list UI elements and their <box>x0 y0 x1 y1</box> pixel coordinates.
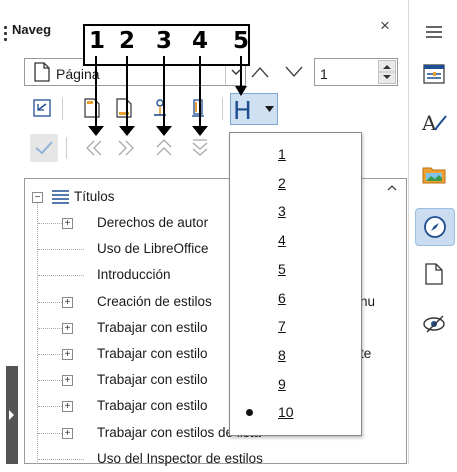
tree-guide-line <box>38 354 62 355</box>
callout-line <box>126 56 128 132</box>
panel-grip-icon[interactable] <box>4 26 8 41</box>
tree-item-label: Creación de estilos <box>97 293 212 309</box>
tree-item-label: Introducción <box>97 267 171 283</box>
headings-list-icon <box>52 190 69 204</box>
heading-level-label: 7 <box>278 318 286 335</box>
page-icon[interactable] <box>415 256 453 292</box>
expand-icon[interactable]: + <box>62 296 73 308</box>
callout-line <box>95 56 97 132</box>
callout-number: 2 <box>119 28 136 54</box>
heading-level-label: 1 <box>278 146 286 162</box>
callout-number: 3 <box>156 28 173 54</box>
callout-number: 4 <box>192 28 209 54</box>
tree-guide-line <box>38 327 62 329</box>
heading-level-label: 8 <box>278 346 286 363</box>
caret-down-icon[interactable] <box>262 94 277 124</box>
expand-icon[interactable]: + <box>62 375 73 387</box>
tree-guide-line <box>37 196 38 464</box>
tree-item-label: Uso de LibreOffice <box>97 241 209 257</box>
tree-item-label: Derechos de autor <box>97 215 209 230</box>
heading-level-label: 9 <box>278 375 286 392</box>
close-button[interactable]: × <box>375 16 395 36</box>
heading-level-item[interactable]: 3 <box>230 198 361 225</box>
toolbar-separator <box>222 98 223 120</box>
selected-bullet-icon <box>246 409 253 417</box>
panel-title: Naveg <box>12 22 52 37</box>
style-inspector-icon[interactable] <box>415 306 453 342</box>
promote-level-icon[interactable] <box>152 136 176 160</box>
page-icon <box>34 62 50 85</box>
hamburger-menu-icon[interactable] <box>415 14 453 50</box>
tree-item-label: Trabajar con estilo <box>97 319 208 335</box>
svg-text:A: A <box>421 111 437 134</box>
heading-level-label: 4 <box>278 232 286 249</box>
toolbar-separator <box>62 98 63 120</box>
callout-line <box>163 56 165 132</box>
tree-guide-line <box>38 275 84 277</box>
callout-number: 5 <box>233 28 250 54</box>
demote-chapter-icon[interactable] <box>114 136 138 160</box>
expand-icon[interactable]: + <box>62 427 73 439</box>
tree-guide-line <box>38 223 62 224</box>
heading-level-item[interactable]: 2 <box>230 170 361 197</box>
expand-icon[interactable]: + <box>62 218 73 229</box>
heading-level-item[interactable]: 1 <box>230 141 361 168</box>
scroll-up-icon[interactable] <box>383 182 401 198</box>
sidebar-deck: A <box>408 0 457 464</box>
tree-guide-line <box>38 406 62 408</box>
demote-level-icon[interactable] <box>188 136 212 160</box>
footer-icon[interactable] <box>112 96 136 120</box>
gallery-icon[interactable] <box>415 156 453 192</box>
heading-level-label: 2 <box>278 174 286 191</box>
tree-item-label: Trabajar con estilo <box>97 398 208 414</box>
content-type-value: Página <box>56 66 100 82</box>
collapse-icon[interactable]: − <box>32 192 43 203</box>
tree-item-label: Trabajar con estilo <box>97 372 208 388</box>
expand-icon[interactable]: + <box>62 322 73 334</box>
tree-item-label: Trabajar con estilo <box>97 346 208 361</box>
anchor-icon[interactable] <box>148 96 172 120</box>
expand-icon[interactable]: + <box>62 401 73 413</box>
heading-level-item[interactable]: 6 <box>230 285 361 312</box>
heading-level-item[interactable]: 8 <box>230 342 361 369</box>
styles-icon[interactable]: A <box>415 104 453 140</box>
heading-level-label: 6 <box>278 289 286 306</box>
page-number-value: 1 <box>320 66 328 82</box>
heading-levels-menu: 1 2 3 4 5 6 7 8 9 10 <box>229 132 362 436</box>
heading-level-label: 10 <box>278 404 294 421</box>
callout-number: 1 <box>89 28 106 54</box>
navigator-icon[interactable] <box>415 208 455 246</box>
tree-guide-line <box>38 380 62 382</box>
previous-page-icon[interactable] <box>248 60 272 84</box>
properties-icon[interactable] <box>415 56 453 92</box>
heading-level-label: 5 <box>278 260 286 277</box>
tree-guide-line <box>38 301 62 303</box>
callout-arrowheads <box>88 126 208 136</box>
tree-item-suffix: nu <box>360 293 376 309</box>
heading-level-item[interactable]: 9 <box>230 371 361 398</box>
expand-icon[interactable]: + <box>62 349 73 360</box>
tree-root-label: Títulos <box>74 189 115 204</box>
tree-guide-line <box>38 458 84 460</box>
heading-level-item[interactable]: 7 <box>230 313 361 340</box>
heading-level-label: 3 <box>278 203 286 220</box>
header-icon[interactable] <box>80 96 104 120</box>
callout-arrowhead <box>235 86 247 96</box>
toolbar-separator <box>66 137 67 159</box>
next-page-icon[interactable] <box>282 60 306 84</box>
tree-guide-line <box>38 249 84 251</box>
sidebar-collapse-handle[interactable] <box>6 366 18 464</box>
checkmark-icon[interactable] <box>30 134 58 162</box>
promote-chapter-icon[interactable] <box>82 136 106 160</box>
reminder-icon[interactable] <box>186 96 210 120</box>
callout-line <box>199 56 201 132</box>
tree-guide-line <box>38 432 62 434</box>
heading-levels-label: H <box>233 96 252 125</box>
heading-level-item[interactable]: 5 <box>230 256 361 283</box>
heading-level-item[interactable]: 4 <box>230 227 361 254</box>
spinner-buttons[interactable] <box>378 60 396 84</box>
heading-level-item[interactable]: 10 <box>230 399 361 426</box>
toggle-view-icon[interactable] <box>30 96 54 120</box>
tree-item-label: Uso del Inspector de estilos <box>97 450 263 466</box>
